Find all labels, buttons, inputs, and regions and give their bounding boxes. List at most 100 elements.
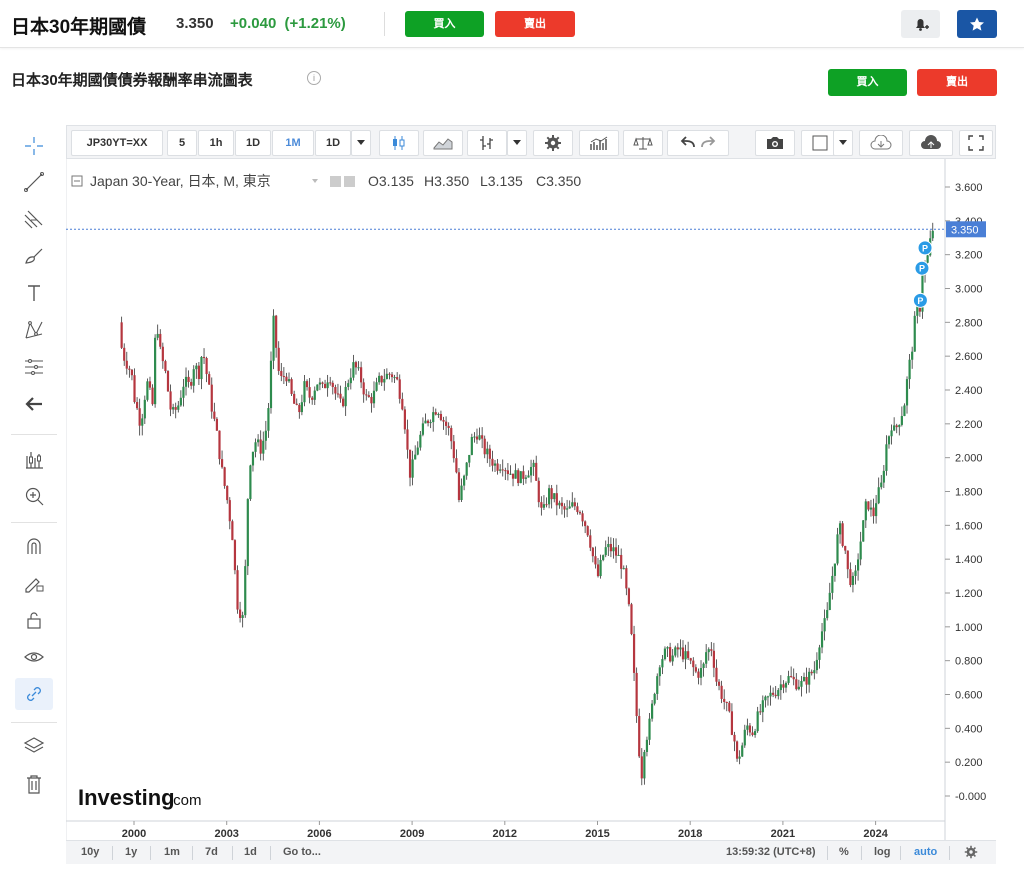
range-divider [861, 846, 862, 860]
y-tick-label: 0.200 [955, 757, 983, 769]
eye-icon[interactable] [15, 641, 53, 673]
interval-5[interactable]: 5 [167, 130, 197, 156]
news-marker[interactable]: P [917, 240, 933, 256]
candle-down [426, 420, 430, 424]
layers-icon[interactable] [15, 730, 53, 762]
news-marker[interactable]: P [912, 292, 928, 308]
interval-caret[interactable] [351, 130, 371, 156]
candle-down [723, 698, 726, 702]
fib-icon[interactable] [15, 203, 53, 235]
candle-up [499, 469, 502, 471]
candle-down [220, 459, 224, 468]
candle-up [826, 609, 829, 619]
back-arrow-icon[interactable] [15, 388, 53, 420]
log-toggle[interactable]: log [874, 846, 891, 858]
prediction-icon[interactable] [15, 351, 53, 383]
toolbar-divider [11, 722, 57, 723]
range-divider [270, 846, 271, 860]
instrument-name: 日本30年期國債 [11, 17, 147, 38]
candle-down [730, 711, 734, 735]
redo-icon[interactable] [698, 135, 718, 151]
y-tick-label: 1.800 [955, 487, 983, 499]
candle-up [251, 451, 255, 466]
info-icon[interactable]: i [307, 71, 321, 85]
crosshair-icon[interactable] [15, 130, 53, 162]
candle-up [787, 676, 790, 683]
x-tick-label: 2006 [307, 828, 331, 840]
candle-down [504, 470, 507, 472]
section-buy-button[interactable]: 買入 [828, 69, 907, 96]
lock-drawing-icon[interactable] [15, 567, 53, 599]
bottom-settings-button[interactable] [964, 845, 978, 862]
candle-up [851, 575, 855, 586]
candle-down [805, 676, 808, 685]
symbol-search-input[interactable]: JP30YT=XX [71, 130, 163, 156]
settings-button[interactable] [533, 130, 573, 156]
bars-button[interactable] [467, 130, 507, 156]
interval-1h[interactable]: 1h [198, 130, 234, 156]
price-chart[interactable]: 3.6003.4003.2003.0002.8002.6002.4002.200… [66, 159, 996, 840]
pattern-icon[interactable] [15, 314, 53, 346]
candle-up [493, 463, 497, 466]
add-alert-button[interactable] [901, 10, 940, 38]
percent-toggle[interactable]: % [839, 846, 849, 858]
trend-line-icon[interactable] [15, 166, 53, 198]
watchlist-button[interactable] [957, 10, 997, 38]
candle-down [733, 734, 736, 742]
interval-1d[interactable]: 1D [235, 130, 271, 156]
legend-visibility-icon[interactable] [330, 176, 341, 187]
x-tick-label: 2000 [122, 828, 146, 840]
cloud-load-button[interactable] [859, 130, 903, 156]
candle-up [802, 676, 806, 682]
candles-button[interactable] [379, 130, 419, 156]
area-chart-button[interactable] [423, 130, 463, 156]
news-marker[interactable]: P [914, 260, 930, 276]
legend-settings-icon[interactable] [344, 176, 355, 187]
buy-button[interactable]: 買入 [405, 11, 484, 37]
unlock-icon[interactable] [15, 604, 53, 636]
measure-icon[interactable] [15, 444, 53, 476]
range-10y[interactable]: 10y [81, 846, 99, 858]
compare-button[interactable] [623, 130, 663, 156]
candle-up [558, 502, 561, 506]
range-7d[interactable]: 7d [205, 846, 218, 858]
candle-up [898, 424, 901, 428]
candle-down [406, 429, 409, 450]
screenshot-button[interactable] [755, 130, 795, 156]
range-divider [112, 846, 113, 860]
link-icon[interactable] [15, 678, 53, 710]
range-1m[interactable]: 1m [164, 846, 180, 858]
candle-down [169, 391, 172, 410]
candle-up [378, 375, 381, 383]
interval-1m[interactable]: 1M [272, 130, 314, 156]
chart-type-caret[interactable] [507, 130, 527, 156]
interval-dropdown[interactable]: 1D [315, 130, 351, 156]
cloud-save-button[interactable] [909, 130, 953, 156]
color-caret[interactable] [833, 130, 853, 156]
sell-button[interactable]: 賣出 [495, 11, 575, 37]
candle-up [931, 230, 934, 239]
go-to-date-button[interactable]: Go to... [283, 846, 321, 858]
candle-up [146, 381, 149, 400]
candle-down [450, 427, 453, 442]
camera-icon [767, 137, 783, 149]
undo-icon[interactable] [678, 135, 698, 151]
magnet-icon[interactable] [15, 530, 53, 562]
section-sell-button[interactable]: 賣出 [917, 69, 997, 96]
range-1d[interactable]: 1d [244, 846, 257, 858]
candle-down [365, 394, 368, 396]
text-icon[interactable] [15, 277, 53, 309]
candle-up [542, 504, 546, 508]
candle-down [130, 369, 134, 376]
range-1y[interactable]: 1y [125, 846, 137, 858]
candle-down [336, 393, 340, 395]
indicators-button[interactable] [579, 130, 619, 156]
candle-up [437, 413, 440, 415]
candle-up [269, 360, 273, 409]
brush-icon[interactable] [15, 240, 53, 272]
candle-down [128, 368, 131, 370]
auto-scale-toggle[interactable]: auto [914, 846, 937, 858]
fullscreen-button[interactable] [959, 130, 993, 156]
trash-icon[interactable] [15, 768, 53, 800]
zoom-in-icon[interactable] [15, 480, 53, 512]
